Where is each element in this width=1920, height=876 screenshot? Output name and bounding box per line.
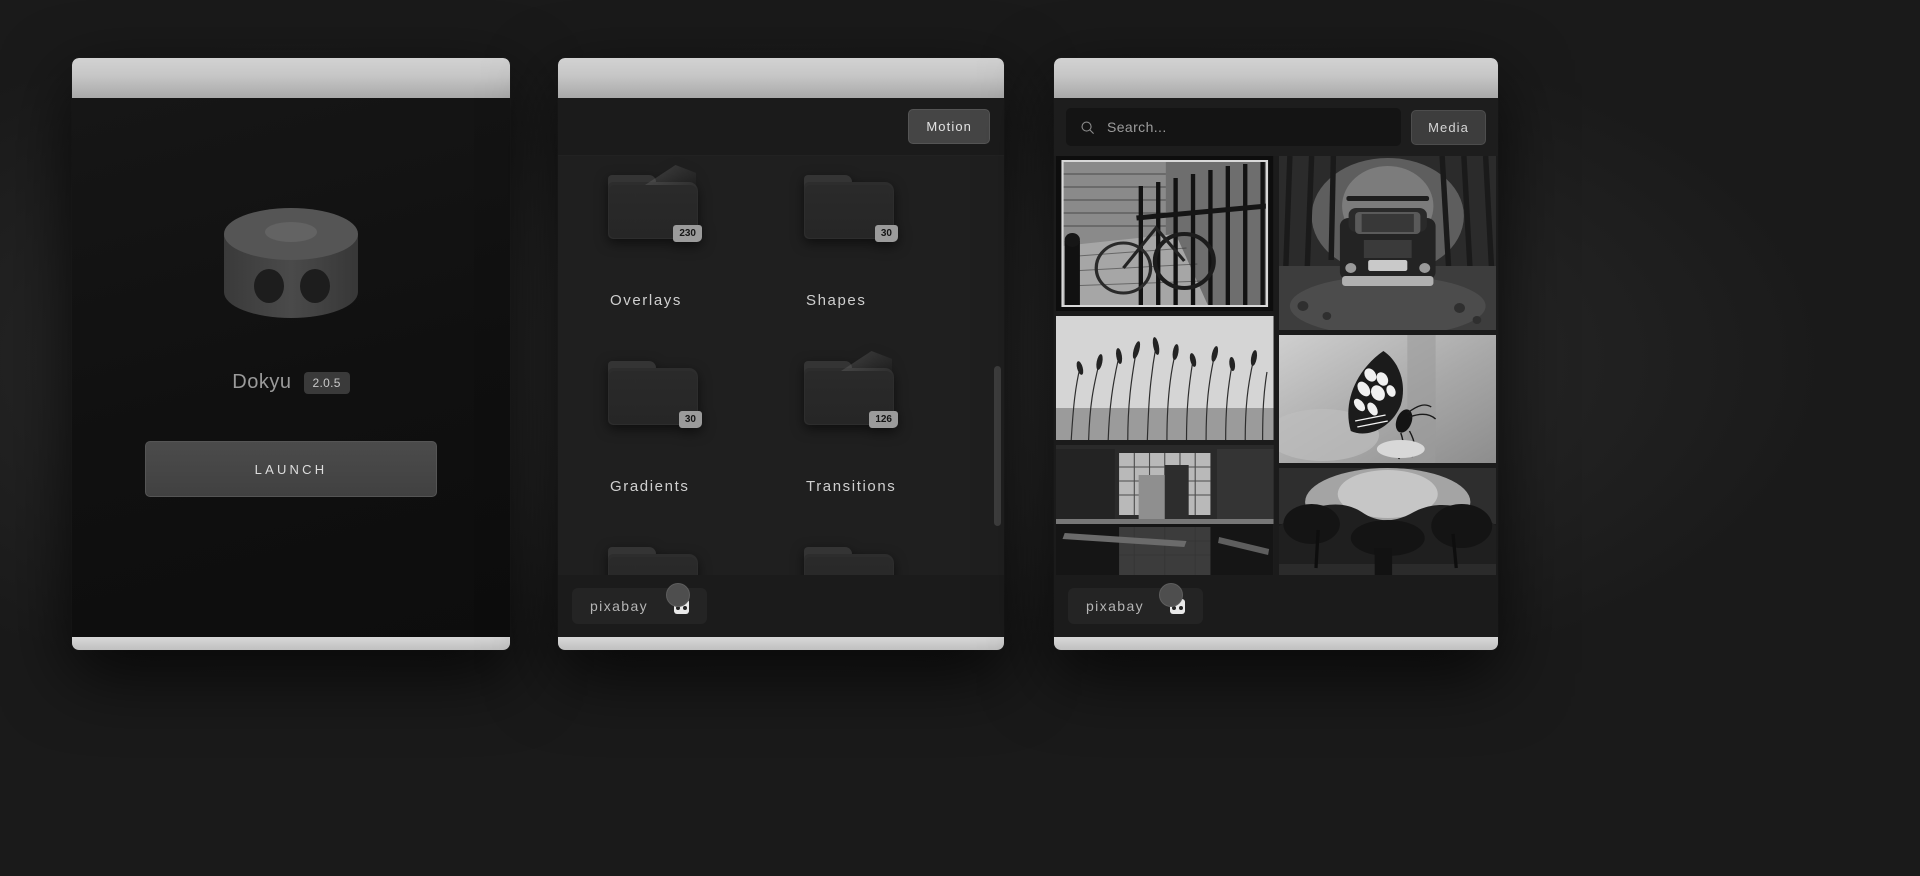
bicycle-iron-gate-photo[interactable] [1056,156,1274,311]
folder-label: Gradients [610,478,690,495]
splash-bottom-bar [72,637,510,650]
media-window: Search... Media pixabay [1054,58,1498,650]
folder-label: Overlays [610,292,682,309]
media-search-toolbar: Search... Media [1054,98,1498,156]
grass-bright-sky-photo[interactable] [1056,316,1274,440]
splash-window: Dokyu 2.0.5 LAUNCH [72,58,510,650]
cylinder-logo-svg [224,208,358,318]
folder-icon [608,547,698,575]
pixabay-label: pixabay [590,598,649,614]
folder-count-badge: 126 [869,411,898,428]
trees-landscape-photo[interactable] [1278,468,1496,575]
vintage-car-forest-photo[interactable] [1278,156,1496,330]
tab-motion[interactable]: Motion [908,109,990,144]
media-body: Search... Media pixabay [1054,98,1498,637]
folders-footer: pixabay [558,575,1004,637]
drag-handle-knob[interactable] [666,583,690,607]
launch-button[interactable]: LAUNCH [145,441,437,497]
media-filter-button[interactable]: Media [1411,109,1486,145]
folder-item-partial-right[interactable] [804,547,954,575]
folder-count-badge: 230 [673,225,702,242]
folder-label: Shapes [806,292,867,309]
folders-window: Motion 230 Overlays 30 Shapes 30 Gradien… [558,58,1004,650]
media-titlebar[interactable] [1054,58,1498,98]
media-column-right [1278,156,1496,575]
folders-toolbar: Motion [558,98,1004,156]
search-input[interactable]: Search... [1066,108,1402,146]
folder-icon [804,547,894,575]
folder-icon: 230 [608,165,702,242]
media-footer: pixabay [1054,575,1498,637]
folder-label: Transitions [806,478,897,495]
folder-count-badge: 30 [678,411,702,428]
folder-icon: 30 [804,175,898,242]
folders-bottom-bar [558,637,1004,650]
drag-handle-knob[interactable] [1159,583,1183,607]
folders-titlebar[interactable] [558,58,1004,98]
folder-item-transitions[interactable]: 126 Transitions [804,351,954,554]
media-bottom-bar [1054,637,1498,650]
folder-item-gradients[interactable]: 30 Gradients [608,361,758,554]
folder-grid-scrollbar[interactable] [994,366,1001,526]
app-name: Dokyu [232,371,292,393]
abandoned-flooded-hall-photo[interactable] [1056,445,1274,575]
folder-icon: 126 [804,351,898,428]
folders-body: Motion 230 Overlays 30 Shapes 30 Gradien… [558,98,1004,637]
search-icon [1081,120,1094,134]
pixabay-label: pixabay [1086,598,1145,614]
media-column-left [1056,156,1274,575]
splash-body: Dokyu 2.0.5 LAUNCH [72,98,510,637]
version-badge: 2.0.5 [303,371,350,394]
brand-line: Dokyu 2.0.5 [232,371,350,394]
butterfly-macro-photo[interactable] [1278,335,1496,463]
cylinder-logo-icon [216,198,366,333]
folder-grid: 230 Overlays 30 Shapes 30 Gradients 126 … [558,156,1004,575]
search-placeholder: Search... [1107,119,1167,135]
folder-item-shapes[interactable]: 30 Shapes [804,175,954,368]
folder-item-partial-left[interactable] [608,547,758,575]
folder-item-overlays[interactable]: 230 Overlays [608,165,758,368]
splash-titlebar[interactable] [72,58,510,98]
folder-count-badge: 30 [874,225,898,242]
media-thumbnail-grid [1054,156,1498,575]
folder-icon: 30 [608,361,702,428]
